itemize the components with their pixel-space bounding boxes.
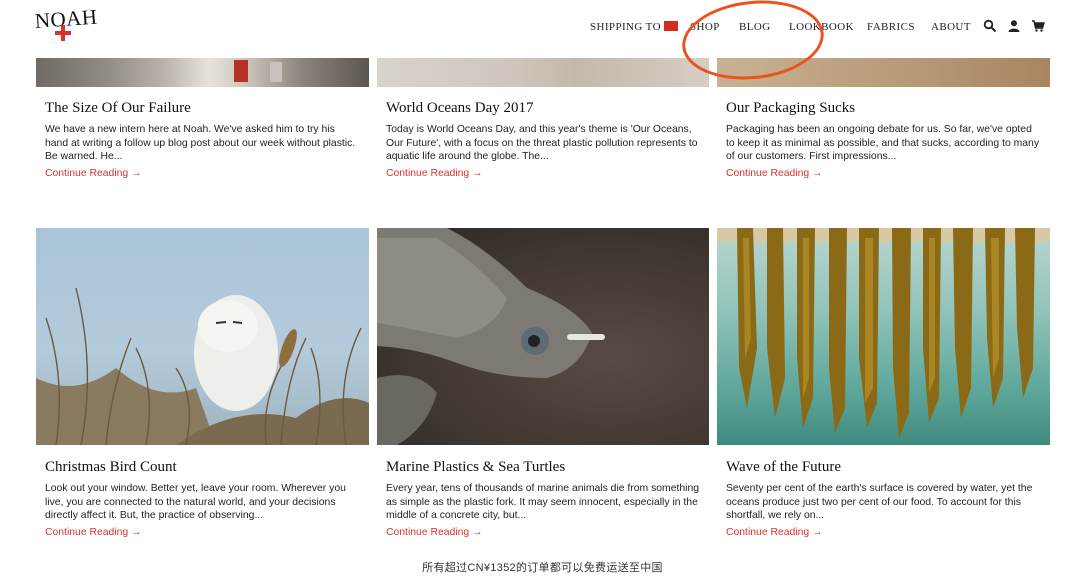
nav-about[interactable]: ABOUT <box>931 21 971 33</box>
china-flag-icon <box>663 21 678 31</box>
search-icon[interactable] <box>983 19 997 33</box>
continue-reading-link[interactable]: Continue Reading → <box>726 168 822 179</box>
continue-reading-link[interactable]: Continue Reading → <box>45 168 141 179</box>
article-title[interactable]: Marine Plastics & Sea Turtles <box>386 459 565 476</box>
article-title[interactable]: Wave of the Future <box>726 459 841 476</box>
article-title[interactable]: Christmas Bird Count <box>45 459 177 476</box>
article-title[interactable]: World Oceans Day 2017 <box>386 100 534 117</box>
article-image-sea-turtle[interactable] <box>377 228 709 445</box>
article-image-seaweed[interactable] <box>717 228 1050 445</box>
nav-fabrics[interactable]: FABRICS <box>867 21 915 33</box>
article-excerpt: Today is World Oceans Day, and this year… <box>386 124 698 163</box>
continue-reading-link[interactable]: Continue Reading → <box>386 168 482 179</box>
nav-shipping-to[interactable]: SHIPPING TO <box>590 21 678 33</box>
article-excerpt: Packaging has been an ongoing debate for… <box>726 124 1040 163</box>
article-excerpt: Look out your window. Better yet, leave … <box>45 483 346 522</box>
nav-shipping-label: SHIPPING TO <box>590 21 661 33</box>
article-image-world-oceans-day[interactable] <box>377 58 709 87</box>
site-header: NOAH SHIPPING TO SHOP BLOG LOOKBOOK FABR… <box>0 0 1080 58</box>
article-title[interactable]: Our Packaging Sucks <box>726 100 855 117</box>
continue-reading-link[interactable]: Continue Reading → <box>45 527 141 538</box>
account-icon[interactable] <box>1007 19 1021 33</box>
cart-icon[interactable] <box>1031 19 1045 33</box>
article-title[interactable]: The Size Of Our Failure <box>45 100 191 117</box>
continue-reading-link[interactable]: Continue Reading → <box>726 527 822 538</box>
noah-logo[interactable]: NOAH <box>34 5 98 45</box>
article-excerpt: Every year, tens of thousands of marine … <box>386 483 700 522</box>
free-shipping-note: 所有超过CN¥1352的订单都可以免费运送至中国 <box>422 562 663 574</box>
article-image-snowy-owl[interactable] <box>36 228 369 445</box>
article-excerpt: We have a new intern here at Noah. We've… <box>45 124 356 163</box>
article-image-size-of-failure[interactable] <box>36 58 369 87</box>
image-detail <box>234 60 248 82</box>
continue-reading-link[interactable]: Continue Reading → <box>386 527 482 538</box>
article-excerpt: Seventy per cent of the earth's surface … <box>726 483 1033 522</box>
image-detail <box>270 62 282 82</box>
cross-icon <box>55 25 71 41</box>
